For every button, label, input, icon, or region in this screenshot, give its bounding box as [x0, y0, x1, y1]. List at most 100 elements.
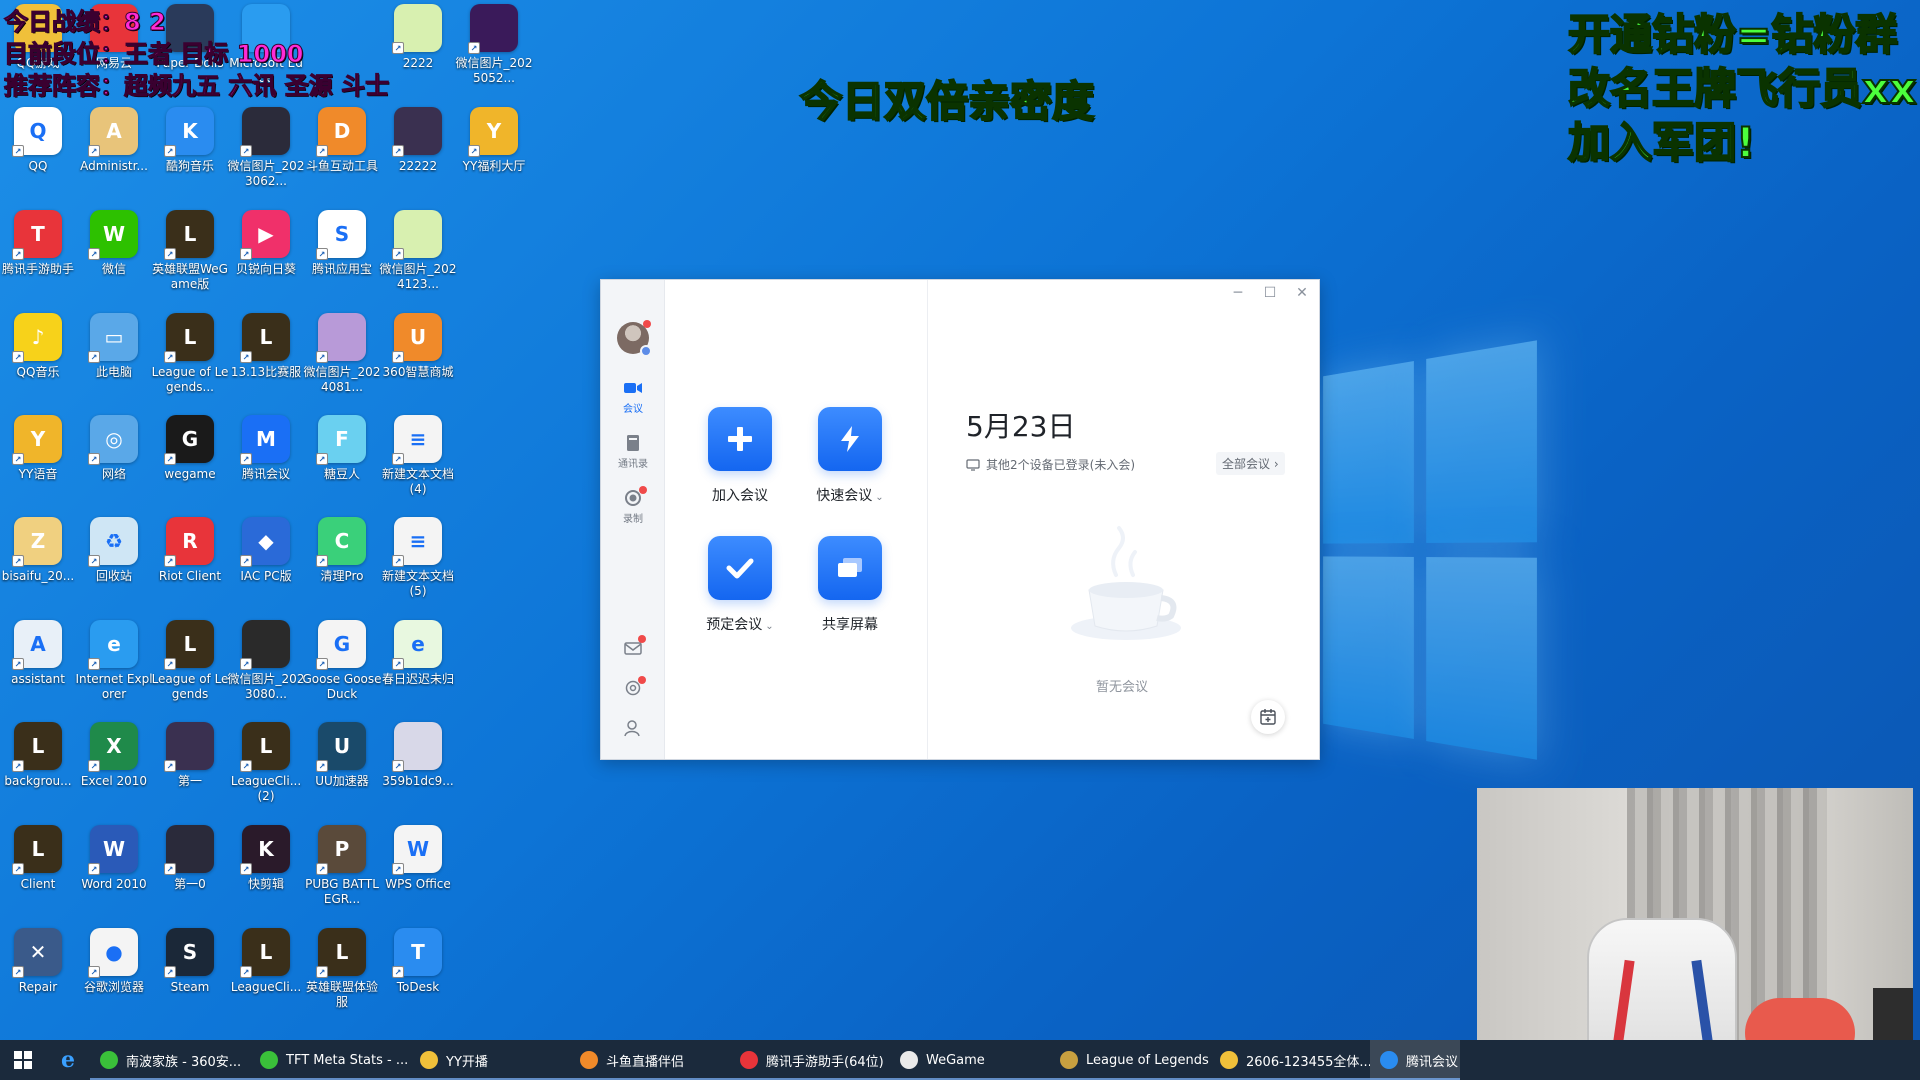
desktop-icon[interactable]: X ↗ Excel 2010: [76, 722, 152, 818]
desktop-icon[interactable]: Y ↗ YY福利大厅: [456, 107, 532, 203]
desktop-icon[interactable]: G ↗ Goose Goose Duck: [302, 620, 382, 716]
taskbar-item[interactable]: TFT Meta Stats - ...: [250, 1040, 410, 1080]
current-date: 5月23日: [966, 410, 1076, 443]
desktop-icon[interactable]: ≡ ↗ 新建文本文档(5): [380, 517, 456, 613]
desktop-icon[interactable]: ● ↗ 谷歌浏览器: [76, 928, 152, 1024]
desktop-icon[interactable]: ↗ 2222: [380, 4, 456, 100]
desktop-icon[interactable]: ♪ ↗ QQ音乐: [0, 313, 76, 409]
desktop-icon[interactable]: T ↗ ToDesk: [380, 928, 456, 1024]
desktop-icon[interactable]: ↗ 第一0: [152, 825, 228, 921]
shortcut-arrow-icon: ↗: [316, 453, 328, 465]
app-icon: [900, 1051, 918, 1069]
desktop-icon[interactable]: ↗ 22222: [380, 107, 456, 203]
video-camera-icon: [624, 383, 642, 393]
user-icon[interactable]: [623, 718, 643, 738]
desktop-icon[interactable]: ▭ ↗ 此电脑: [76, 313, 152, 409]
desktop-icon[interactable]: U ↗ 360智慧商城: [380, 313, 456, 409]
desktop-icon[interactable]: L ↗ Client: [0, 825, 76, 921]
desktop-icon[interactable]: e ↗ Internet Explorer: [75, 620, 153, 716]
add-calendar-button[interactable]: [1251, 700, 1285, 734]
desktop-icon[interactable]: ≡ ↗ 新建文本文档(4): [380, 415, 456, 511]
start-button[interactable]: [0, 1040, 46, 1080]
sidebar-item-meetings[interactable]: 会议: [601, 380, 665, 415]
desktop-icon[interactable]: ◆ ↗ IAC PC版: [228, 517, 304, 613]
close-icon[interactable]: ✕: [1291, 282, 1313, 304]
desktop-icon[interactable]: ◎ ↗ 网络: [76, 415, 152, 511]
taskbar-item[interactable]: 腾讯手游助手(64位): [730, 1040, 890, 1080]
desktop-icon[interactable]: ↗ 微信图片_2025052...: [456, 4, 532, 100]
desktop-icon[interactable]: A ↗ assistant: [0, 620, 76, 716]
desktop-icon[interactable]: C ↗ 清理Pro: [304, 517, 380, 613]
desktop-icon[interactable]: ↗ 微信图片_2023062...: [228, 107, 304, 203]
desktop-icon[interactable]: A ↗ Administr...: [76, 107, 152, 203]
other-devices-notice[interactable]: 其他2个设备已登录(未入会): [966, 456, 1135, 473]
desktop-icon[interactable]: K ↗ 快剪辑: [228, 825, 304, 921]
desktop-icon[interactable]: L ↗ League of Legends...: [152, 313, 228, 409]
desktop-icon[interactable]: e ↗ 春日迟迟未归: [380, 620, 456, 716]
desktop-icon[interactable]: L ↗ backgrou...: [0, 722, 76, 818]
shortcut-arrow-icon: ↗: [316, 145, 328, 157]
taskbar-item[interactable]: WeGame: [890, 1040, 1050, 1080]
desktop-icon[interactable]: Q ↗ QQ: [0, 107, 76, 203]
taskbar-item[interactable]: YY开播: [410, 1040, 570, 1080]
desktop-icon[interactable]: W ↗ WPS Office: [380, 825, 456, 921]
share-screen-button[interactable]: 共享屏幕: [795, 536, 905, 634]
app-icon: ▭ ↗: [88, 313, 138, 363]
desktop-icon[interactable]: S ↗ Steam: [152, 928, 228, 1024]
desktop-icon[interactable]: D ↗ 斗鱼互动工具: [304, 107, 380, 203]
avatar[interactable]: [617, 320, 652, 357]
desktop-icon[interactable]: T ↗ 腾讯手游助手: [0, 210, 76, 306]
desktop-icon[interactable]: ↗ 359b1dc9...: [380, 722, 456, 818]
all-meetings-link[interactable]: 全部会议 ›: [1216, 452, 1285, 475]
desktop-icon[interactable]: L ↗ 英雄联盟体验服: [304, 928, 380, 1024]
desktop-icon[interactable]: L ↗ LeagueCli...: [228, 928, 304, 1024]
desktop-icon[interactable]: S ↗ 腾讯应用宝: [304, 210, 380, 306]
shortcut-arrow-icon: ↗: [240, 248, 252, 260]
desktop-icon[interactable]: L ↗ LeagueCli... (2): [228, 722, 304, 818]
other-devices-text: 其他2个设备已登录(未入会): [986, 458, 1135, 472]
desktop-icon[interactable]: F ↗ 糖豆人: [304, 415, 380, 511]
sidebar-item-record[interactable]: 录制: [601, 486, 665, 525]
app-icon: ✕ ↗: [12, 928, 62, 978]
desktop-icon[interactable]: L ↗ 英雄联盟WeGame版: [152, 210, 228, 306]
desktop-icon[interactable]: U ↗ UU加速器: [304, 722, 380, 818]
desktop-icon[interactable]: P ↗ PUBG BATTLEGR...: [304, 825, 380, 921]
taskbar-item[interactable]: 斗鱼直播伴侣: [570, 1040, 730, 1080]
quick-meeting-button[interactable]: 快速会议 ⌄: [795, 407, 905, 505]
desktop-icon[interactable]: Y ↗ YY语音: [0, 415, 76, 511]
maximize-icon[interactable]: ☐: [1259, 282, 1281, 304]
app-icon: ↗: [240, 107, 290, 157]
join-meeting-button[interactable]: 加入会议: [685, 407, 795, 505]
desktop-icon[interactable]: L ↗ 13.13比赛服: [228, 313, 304, 409]
sidebar-item-contacts[interactable]: 通讯录: [601, 435, 665, 470]
app-icon: U ↗: [392, 313, 442, 363]
overlay-line: 今日战绩：8 2: [3, 8, 166, 37]
desktop-icon[interactable]: Z ↗ bisaifu_20...: [0, 517, 76, 613]
desktop-icon[interactable]: W ↗ Word 2010: [76, 825, 152, 921]
shortcut-arrow-icon: ↗: [392, 42, 404, 54]
desktop-icon[interactable]: G ↗ wegame: [152, 415, 228, 511]
desktop-icon[interactable]: ↗ 微信图片_2023080...: [228, 620, 304, 716]
desktop-icon[interactable]: ↗ 微信图片_2024123...: [380, 210, 456, 306]
chevron-down-icon[interactable]: ⌄: [875, 492, 883, 503]
desktop-icon[interactable]: R ↗ Riot Client: [152, 517, 228, 613]
desktop-icon[interactable]: K ↗ 酷狗音乐: [152, 107, 228, 203]
windows-icon: [14, 1051, 32, 1069]
taskbar-item[interactable]: League of Legends: [1050, 1040, 1210, 1080]
desktop-icon[interactable]: W ↗ 微信: [76, 210, 152, 306]
minimize-icon[interactable]: ─: [1227, 282, 1249, 304]
chevron-down-icon[interactable]: ⌄: [765, 621, 773, 632]
desktop-icon[interactable]: ♻ ↗ 回收站: [76, 517, 152, 613]
internet-explorer-icon[interactable]: e: [46, 1040, 90, 1080]
taskbar-item[interactable]: 南波家族 - 360安...: [90, 1040, 250, 1080]
desktop-icon[interactable]: ↗ 第一: [152, 722, 228, 818]
desktop-icon[interactable]: L ↗ League of Legends: [152, 620, 228, 716]
desktop-icon[interactable]: M ↗ 腾讯会议: [228, 415, 304, 511]
desktop-icon[interactable]: ✕ ↗ Repair: [0, 928, 76, 1024]
taskbar-item[interactable]: 2606-123455全体...: [1210, 1040, 1370, 1080]
desktop-icon[interactable]: ▶ ↗ 贝锐向日葵: [228, 210, 304, 306]
shortcut-arrow-icon: ↗: [468, 145, 480, 157]
taskbar-item[interactable]: 腾讯会议: [1370, 1040, 1460, 1080]
desktop-icon[interactable]: ↗ 微信图片_2024081...: [304, 313, 380, 409]
schedule-meeting-button[interactable]: 预定会议 ⌄: [685, 536, 795, 634]
